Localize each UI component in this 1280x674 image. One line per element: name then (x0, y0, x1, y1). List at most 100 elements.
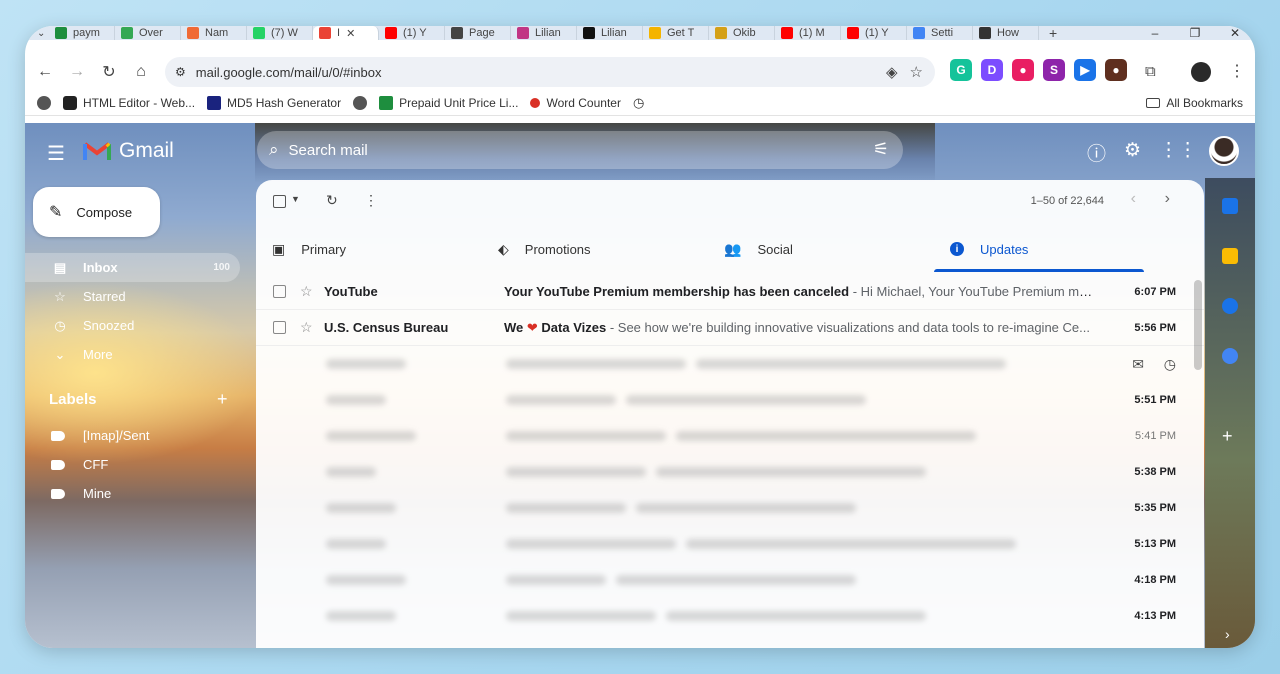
email-row-blurred[interactable]: 4:13 PM (256, 598, 1204, 634)
search-icon[interactable]: ⌕ (269, 140, 279, 160)
select-all-checkbox[interactable] (273, 195, 286, 208)
calendar-icon[interactable] (1222, 198, 1238, 214)
older-page-icon[interactable]: › (1165, 190, 1170, 208)
select-dropdown-icon[interactable]: ▼ (291, 194, 300, 204)
account-avatar[interactable] (1209, 136, 1239, 166)
help-icon[interactable]: ⓘ (1087, 139, 1106, 166)
row-checkbox[interactable] (273, 321, 286, 334)
browser-tab[interactable]: Nam (181, 26, 247, 40)
bookmark-md5[interactable]: MD5 Hash Generator (207, 95, 341, 110)
main-menu-icon[interactable]: ☰ (47, 141, 65, 166)
bookmark-prepaid[interactable]: Prepaid Unit Price Li... (379, 95, 518, 110)
more-actions-icon[interactable]: ⋮ (364, 192, 378, 209)
star-icon[interactable]: ☆ (300, 319, 314, 336)
email-snippet: - Hi Michael, Your YouTube Premium mem..… (849, 284, 1094, 299)
reload-icon[interactable]: ↻ (93, 58, 125, 86)
browser-tab[interactable]: Lilian (577, 26, 643, 40)
refresh-icon[interactable]: ↻ (326, 192, 338, 209)
settings-gear-icon[interactable]: ⚙ (1124, 139, 1141, 166)
minimize-icon[interactable]: – (1135, 26, 1175, 40)
email-row-blurred[interactable]: ✉ ◷ (256, 346, 1204, 382)
email-row-blurred[interactable]: 5:13 PM (256, 526, 1204, 562)
close-tab-icon[interactable]: ✕ (346, 27, 355, 40)
lens-icon[interactable]: ◈ (886, 63, 898, 81)
new-tab-button[interactable]: + (1049, 26, 1057, 41)
address-bar[interactable]: ⚙ mail.google.com/mail/u/0/#inbox ◈ ☆ (165, 57, 935, 87)
forward-icon[interactable]: → (61, 58, 93, 86)
history-icon[interactable]: ◷ (633, 95, 644, 111)
newer-page-icon[interactable]: ‹ (1131, 190, 1136, 208)
browser-tab[interactable]: I ✕ (313, 26, 379, 40)
mark-unread-icon[interactable]: ✉ (1132, 356, 1144, 373)
tab-primary[interactable]: ▣ Primary (256, 226, 482, 272)
home-icon[interactable]: ⌂ (125, 58, 157, 86)
tab-search-chevron-icon[interactable]: ⌄ (37, 28, 49, 39)
bookmark-star-icon[interactable]: ☆ (910, 63, 923, 81)
nav-item-inbox[interactable]: ▤ Inbox 100 (25, 253, 240, 282)
nav-item-starred[interactable]: ☆ Starred (25, 282, 240, 311)
extension-icon[interactable]: S (1043, 59, 1065, 81)
extension-icon[interactable]: ● (1012, 59, 1034, 81)
bookmark-html-editor[interactable]: HTML Editor - Web... (63, 95, 195, 110)
email-row-blurred[interactable]: 5:35 PM (256, 490, 1204, 526)
email-row[interactable]: ☆ U.S. Census Bureau We ❤ Data Vizes - S… (256, 310, 1204, 346)
email-row-blurred[interactable]: 5:51 PM (256, 382, 1204, 418)
all-bookmarks[interactable]: All Bookmarks (1146, 96, 1243, 110)
browser-tab[interactable]: Get T (643, 26, 709, 40)
restore-icon[interactable]: ❐ (1175, 26, 1215, 40)
browser-tab[interactable]: Over (115, 26, 181, 40)
back-icon[interactable]: ← (29, 58, 61, 86)
bookmark-globe-icon-2[interactable] (353, 95, 368, 110)
scrollbar[interactable] (1194, 280, 1202, 370)
email-row-blurred[interactable]: 5:41 PM (256, 418, 1204, 454)
browser-tab[interactable]: (1) Y (379, 26, 445, 40)
bookmark-globe-icon[interactable] (37, 95, 51, 110)
keep-icon[interactable] (1222, 248, 1238, 264)
extension-icon[interactable]: G (950, 59, 972, 81)
nav-item-more[interactable]: ⌄ More (25, 340, 240, 369)
row-checkbox[interactable] (273, 285, 286, 298)
email-row-blurred[interactable]: 4:18 PM (256, 562, 1204, 598)
browser-tab[interactable]: Page (445, 26, 511, 40)
compose-button[interactable]: ✎ Compose (33, 187, 160, 237)
nav-item-snoozed[interactable]: ◷ Snoozed (25, 311, 240, 340)
browser-tab[interactable]: Lilian (511, 26, 577, 40)
tab-promotions[interactable]: ⬖ Promotions (482, 226, 708, 272)
label-item[interactable]: CFF (25, 450, 240, 479)
bookmark-word-counter[interactable]: Word Counter (530, 96, 621, 110)
tasks-icon[interactable] (1222, 298, 1238, 314)
profile-avatar[interactable] (1191, 62, 1211, 82)
browser-tab[interactable]: Setti (907, 26, 973, 40)
search-options-icon[interactable]: ⚟ (873, 139, 889, 160)
nav-label: Starred (83, 289, 126, 304)
tab-social[interactable]: 👥 Social (708, 226, 934, 272)
browser-tab[interactable]: (7) W (247, 26, 313, 40)
site-info-icon[interactable]: ⚙ (175, 65, 186, 79)
browser-tab[interactable]: paym (49, 26, 115, 40)
snooze-icon[interactable]: ◷ (1164, 356, 1176, 373)
browser-tab[interactable]: (1) M (775, 26, 841, 40)
gmail-logo[interactable]: Gmail (83, 139, 174, 163)
browser-tab[interactable]: (1) Y (841, 26, 907, 40)
extensions-puzzle-icon[interactable]: ⧉ (1145, 63, 1156, 80)
email-row-blurred[interactable]: 5:38 PM (256, 454, 1204, 490)
browser-menu-icon[interactable]: ⋮ (1229, 61, 1245, 81)
close-window-icon[interactable]: ✕ (1215, 26, 1255, 40)
browser-tab[interactable]: Okib (709, 26, 775, 40)
extension-icon[interactable]: ▶ (1074, 59, 1096, 81)
label-item[interactable]: Mine (25, 479, 240, 508)
add-addon-icon[interactable]: + (1222, 426, 1233, 447)
tab-favicon-icon (253, 27, 265, 39)
create-label-icon[interactable]: + (217, 389, 228, 410)
browser-tab[interactable]: How (973, 26, 1039, 40)
tab-updates[interactable]: i Updates (934, 226, 1160, 272)
extension-icon[interactable]: ● (1105, 59, 1127, 81)
label-item[interactable]: [Imap]/Sent (25, 421, 240, 450)
contacts-icon[interactable] (1222, 348, 1238, 364)
email-row[interactable]: ☆ YouTube Your YouTube Premium membershi… (256, 274, 1204, 310)
extension-icon[interactable]: D (981, 59, 1003, 81)
expand-panel-icon[interactable]: › (1225, 626, 1230, 642)
search-input[interactable]: ⌕ Search mail ⚟ (257, 131, 903, 169)
apps-grid-icon[interactable]: ⋮⋮ (1159, 139, 1197, 166)
star-icon[interactable]: ☆ (300, 283, 314, 300)
